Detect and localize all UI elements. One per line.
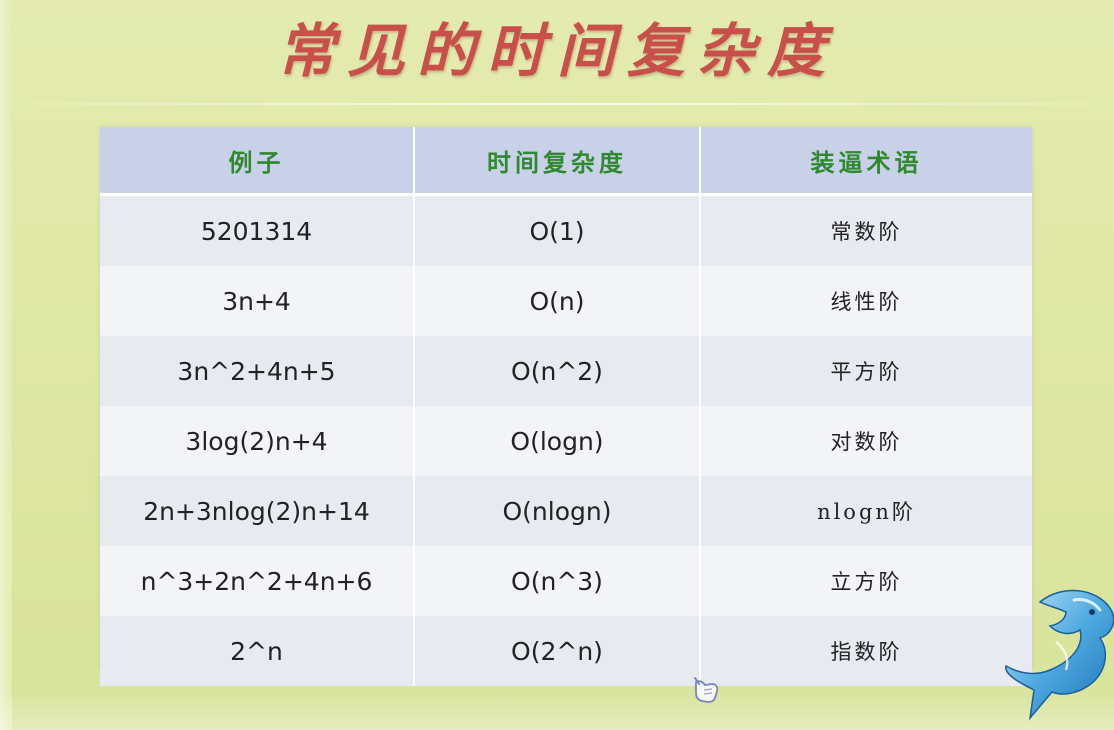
cell-example: n^3+2n^2+4n+6	[100, 546, 415, 616]
bottom-glow	[0, 690, 1114, 730]
cell-example: 3n+4	[100, 266, 415, 336]
slide-edge	[0, 0, 12, 730]
table-row: 3n^2+4n+5 O(n^2) 平方阶	[100, 336, 1032, 406]
cell-example: 3n^2+4n+5	[100, 336, 415, 406]
cell-example: 5201314	[100, 194, 415, 266]
cell-example: 3log(2)n+4	[100, 406, 415, 476]
cell-term: nlogn阶	[700, 476, 1032, 546]
table-row: 2n+3nlog(2)n+14 O(nlogn) nlogn阶	[100, 476, 1032, 546]
cell-term: 平方阶	[700, 336, 1032, 406]
table-row: 2^n O(2^n) 指数阶	[100, 616, 1032, 686]
title-divider	[8, 103, 1114, 105]
dolphin-logo-icon	[1005, 589, 1114, 721]
cell-complexity: O(n^2)	[414, 336, 701, 406]
cell-example: 2^n	[100, 616, 415, 686]
table-row: 5201314 O(1) 常数阶	[100, 194, 1032, 266]
cell-complexity: O(n)	[414, 266, 701, 336]
table-header-row: 例子 时间复杂度 装逼术语	[100, 127, 1032, 196]
header-term: 装逼术语	[700, 127, 1032, 196]
cell-term: 线性阶	[700, 266, 1032, 336]
cell-complexity: O(1)	[414, 194, 701, 266]
cell-complexity: O(logn)	[414, 406, 701, 476]
header-time-complexity: 时间复杂度	[414, 127, 701, 196]
cell-term: 常数阶	[700, 194, 1032, 266]
header-example: 例子	[100, 127, 415, 196]
cell-term: 指数阶	[700, 616, 1032, 686]
table-row: n^3+2n^2+4n+6 O(n^3) 立方阶	[100, 546, 1032, 616]
table-row: 3log(2)n+4 O(logn) 对数阶	[100, 406, 1032, 476]
cell-complexity: O(2^n)	[414, 616, 701, 686]
cell-term: 对数阶	[700, 406, 1032, 476]
hand-pointer-icon	[694, 677, 719, 703]
cell-example: 2n+3nlog(2)n+14	[100, 476, 415, 546]
table-row: 3n+4 O(n) 线性阶	[100, 266, 1032, 336]
cell-complexity: O(nlogn)	[414, 476, 701, 546]
complexity-table: 例子 时间复杂度 装逼术语 5201314 O(1) 常数阶 3n+4 O(n)…	[100, 127, 1032, 686]
slide-title: 常见的时间复杂度	[276, 17, 837, 85]
cell-complexity: O(n^3)	[414, 546, 701, 616]
cell-term: 立方阶	[700, 546, 1032, 616]
